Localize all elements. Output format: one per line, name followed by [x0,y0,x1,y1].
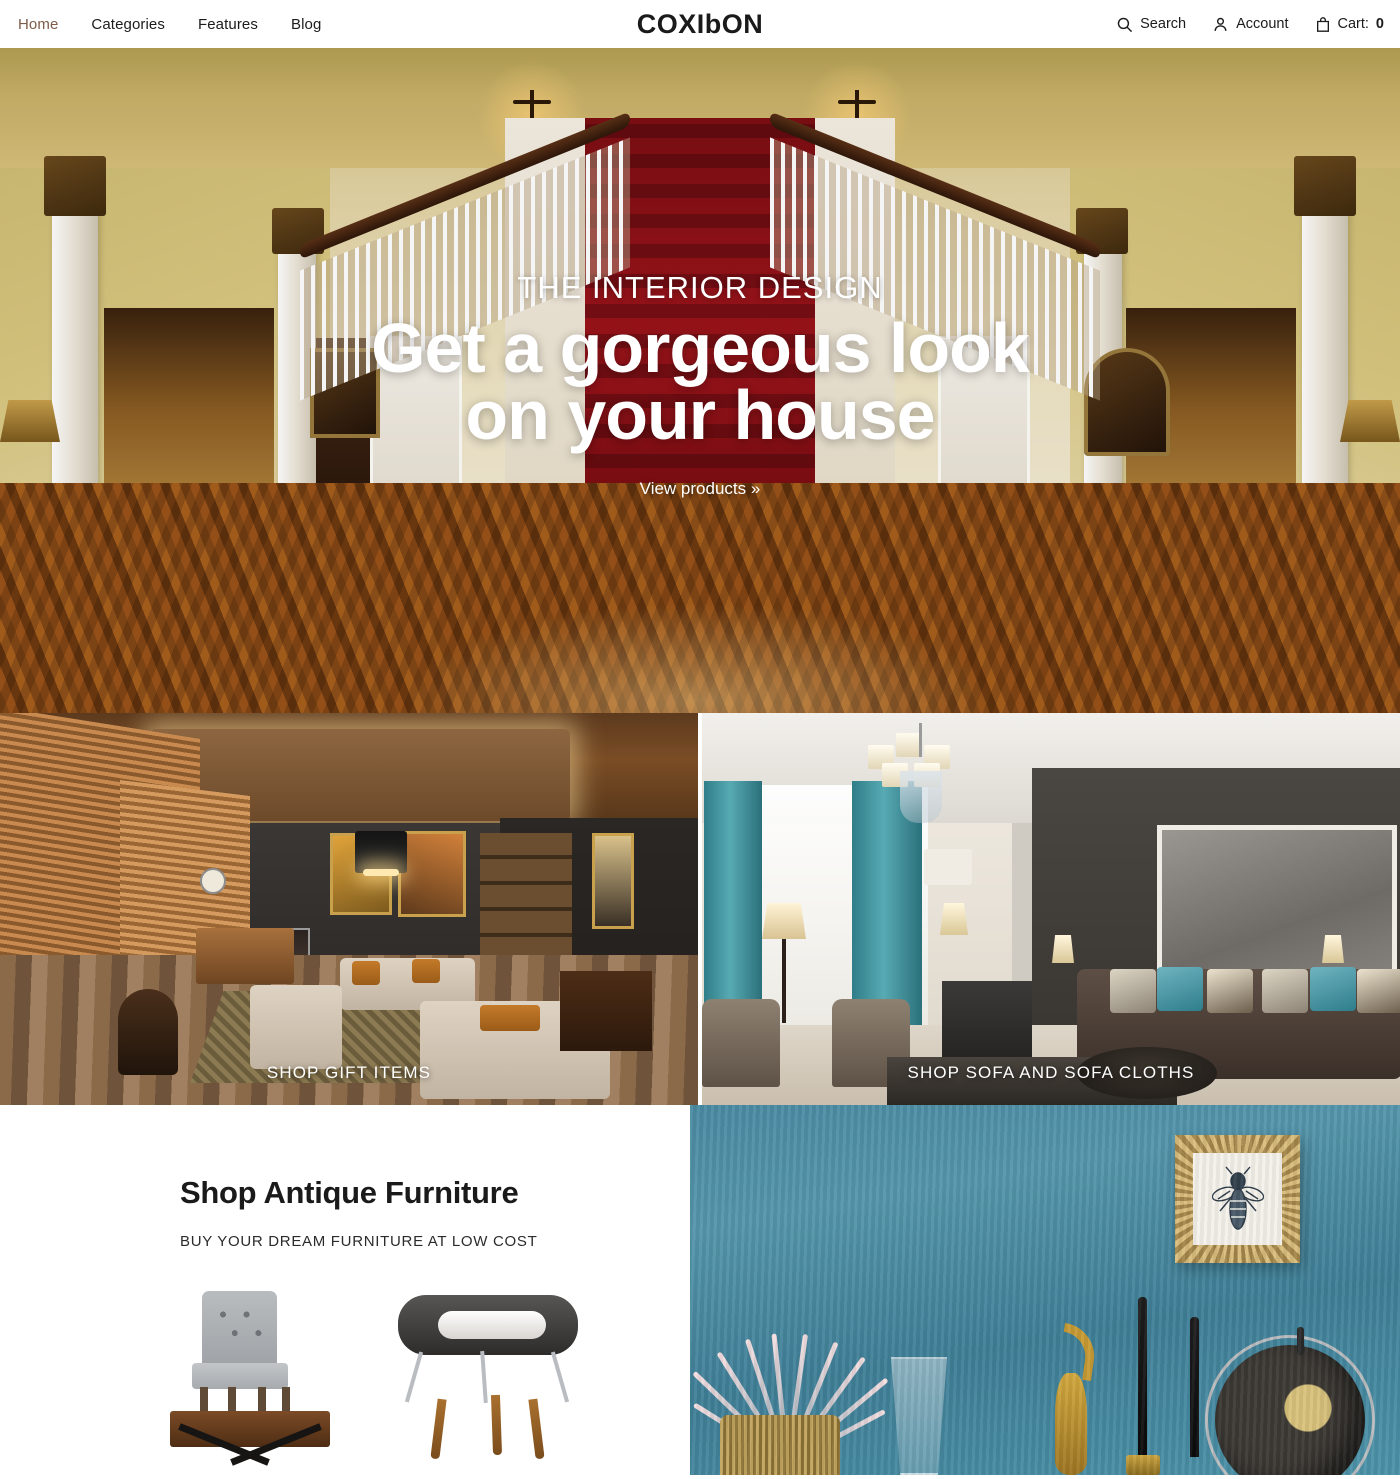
product-tufted-grey-chair[interactable] [170,1291,330,1479]
antique-subheading: BUY YOUR DREAM FURNITURE AT LOW COST [180,1233,538,1250]
decor-scene-blue-wall [690,1105,1400,1475]
feather-arrangement [692,1278,889,1466]
gold-swan-figurine [1045,1322,1105,1475]
glass-vase [890,1357,948,1475]
promo-caption-sofa-cloths: SHOP SOFA AND SOFA CLOTHS [907,1063,1195,1082]
globe-stand [1205,1335,1375,1475]
framed-bee-art [1175,1135,1300,1263]
candle-holder [1126,1455,1160,1475]
promo-card-gift-items[interactable]: SHOP GIFT ITEMS [0,713,698,1105]
promo-image-living-room [0,713,698,1105]
globe-axis-pin [1297,1327,1304,1355]
promo-card-sofa-cloths[interactable]: SHOP SOFA AND SOFA CLOTHS [702,713,1400,1105]
site-logo[interactable]: COXIbON [0,9,1400,40]
promo-image-teal-living-room [702,713,1400,1105]
antique-furniture-section: Shop Antique Furniture BUY YOUR DREAM FU… [0,1105,690,1475]
globe [1215,1345,1365,1475]
hero-title-line-2: on your house [465,376,935,455]
promo-caption-gift-items: SHOP GIFT ITEMS [266,1063,432,1082]
view-products-button[interactable]: View products » [640,479,761,499]
black-candle-right [1190,1317,1199,1457]
hero-kicker: THE INTERIOR DESIGN [517,270,883,305]
antique-heading: Shop Antique Furniture [180,1175,519,1210]
black-candle-left [1138,1297,1147,1457]
site-header: Home Categories Features Blog COXIbON Se… [0,0,1400,48]
bottom-row: Shop Antique Furniture BUY YOUR DREAM FU… [0,1105,1400,1475]
promo-row: SHOP GIFT ITEMS SHOP SOFA AND SOFA CLOTH… [0,713,1400,1105]
woven-vase [720,1415,840,1475]
hero-banner: THE INTERIOR DESIGN Get a gorgeous look … [0,48,1400,713]
antique-products [150,1283,690,1479]
product-mid-century-coffee-table[interactable] [390,1295,590,1475]
hero-title-line-1: Get a gorgeous look [371,309,1030,387]
hero-content: THE INTERIOR DESIGN Get a gorgeous look … [0,48,1400,713]
